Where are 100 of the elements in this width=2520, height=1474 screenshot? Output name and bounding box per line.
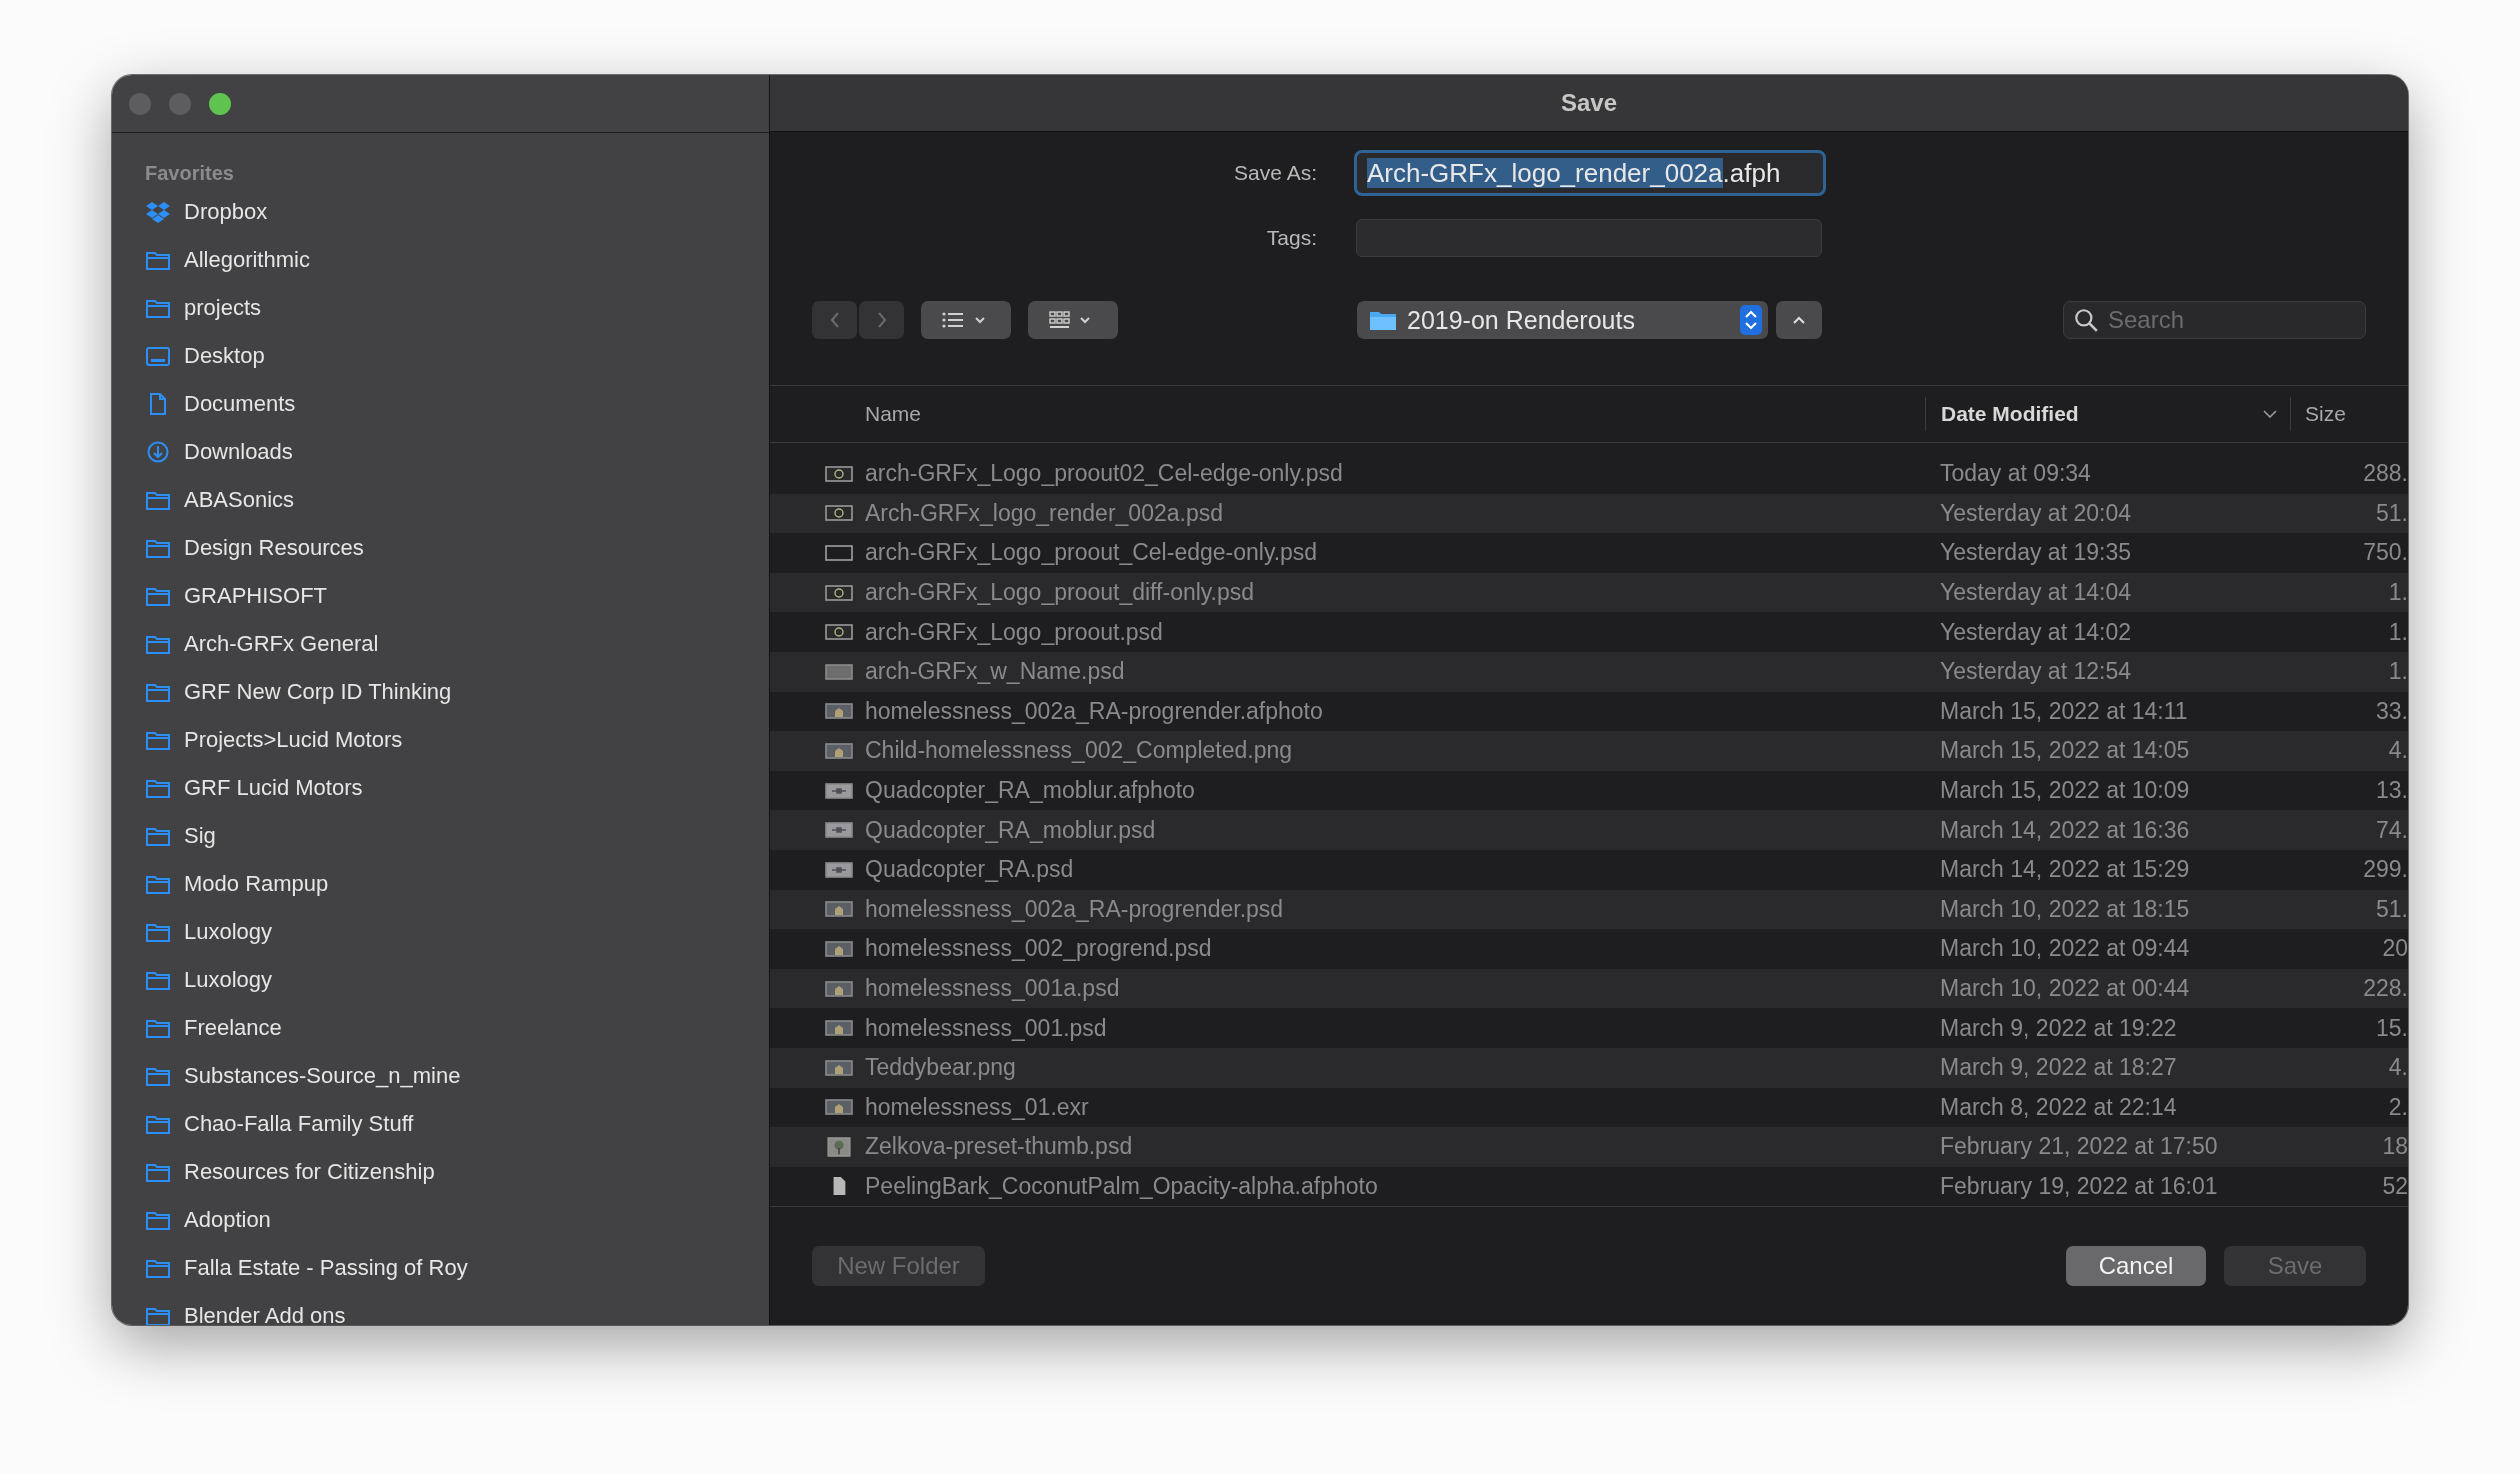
window-control[interactable] <box>209 92 231 115</box>
sidebar-item[interactable]: ABASonics <box>184 487 295 513</box>
image-thumbnail-icon <box>825 820 853 841</box>
file-name[interactable]: Teddybear.png <box>865 1054 1016 1082</box>
sidebar-item[interactable]: Freelance <box>184 1015 282 1041</box>
file-size: 2. <box>2388 1093 2408 1121</box>
list-view-button[interactable] <box>921 301 1011 339</box>
file-name[interactable]: homelessness_01.exr <box>865 1093 1089 1121</box>
sidebar-item[interactable]: GRAPHISOFT <box>184 583 327 609</box>
date-modified: February 19, 2022 at 16:01 <box>1940 1173 2218 1200</box>
sidebar-item[interactable]: GRF New Corp ID Thinking <box>184 679 452 705</box>
file-name[interactable]: PeelingBark_CoconutPalm_Opacity-alpha.afphoto <box>865 1173 1378 1200</box>
file-name[interactable]: homelessness_002a_RA-progrender.afphoto <box>865 697 1323 725</box>
sidebar-item[interactable]: Substances-Source_n_mine <box>184 1063 461 1089</box>
image-thumbnail-icon <box>825 938 853 959</box>
location-popup[interactable]: 2019-on Renderouts <box>1357 301 1768 339</box>
file-name[interactable]: arch-GRFx_Logo_proout.psd <box>865 618 1163 646</box>
search-field[interactable]: Search <box>2063 301 2366 339</box>
file-name[interactable]: homelessness_001.psd <box>865 1014 1107 1042</box>
desktop-icon <box>145 345 171 367</box>
chevron-icon <box>2263 410 2277 418</box>
date-modified: March 15, 2022 at 14:11 <box>1940 697 2188 725</box>
folder-icon <box>145 1209 171 1231</box>
sidebar-item[interactable]: Design Resources <box>184 535 364 561</box>
window-title: Save <box>1560 89 1618 117</box>
file-name[interactable]: arch-GRFx_Logo_proout_Cel-edge-only.psd <box>865 539 1318 567</box>
sidebar-item[interactable]: Chao-Falla Family Stuff <box>184 1111 414 1137</box>
sidebar-item[interactable]: projects <box>184 295 262 321</box>
date-modified: Today at 09:34 <box>1940 460 2091 488</box>
folder-icon <box>145 921 171 943</box>
sidebar-item[interactable]: Allegorithmic <box>184 247 310 273</box>
sidebar-item[interactable]: Arch-GRFx General <box>184 631 379 657</box>
tags-label: Tags: <box>1265 226 1318 250</box>
file-size: 750. <box>2363 539 2408 567</box>
cancel-button[interactable]: Cancel <box>2066 1246 2206 1286</box>
image-thumbnail-icon <box>825 978 853 999</box>
sidebar-item[interactable]: Downloads <box>184 439 293 465</box>
date-modified: Yesterday at 12:54 <box>1940 658 2131 686</box>
column-header[interactable]: Name <box>770 386 1925 442</box>
sidebar-item[interactable]: Luxology <box>184 967 273 993</box>
sidebar-item[interactable]: Falla Estate - Passing of Roy <box>184 1255 468 1281</box>
file-name[interactable]: arch-GRFx_w_Name.psd <box>865 658 1125 686</box>
file-name-field[interactable]: Arch-GRFx_logo_render_002a.afph <box>1354 150 1826 196</box>
file-name[interactable]: Quadcopter_RA_moblur.psd <box>865 816 1156 844</box>
image-thumbnail-icon <box>825 1097 853 1118</box>
folder-icon <box>145 1161 171 1183</box>
sidebar-item[interactable]: Sig <box>184 823 216 849</box>
sidebar-item[interactable]: Blender Add ons <box>184 1303 346 1325</box>
sidebar-item[interactable]: Dropbox <box>184 199 268 225</box>
tags-field[interactable] <box>1356 219 1822 257</box>
file-name[interactable]: homelessness_002a_RA-progrender.psd <box>865 895 1284 923</box>
file-name[interactable]: arch-GRFx_Logo_proout_diff-only.psd <box>865 579 1255 607</box>
sidebar-item[interactable]: Desktop <box>184 343 265 369</box>
folder-icon <box>145 1017 171 1039</box>
folder-icon <box>145 969 171 991</box>
sidebar-item[interactable]: Modo Rampup <box>184 871 329 897</box>
sidebar-item[interactable]: GRF Lucid Motors <box>184 775 363 801</box>
file-name[interactable]: homelessness_001a.psd <box>865 975 1120 1002</box>
file-name[interactable]: Zelkova-preset-thumb.psd <box>865 1133 1133 1161</box>
sidebar-heading: Favorites <box>145 161 235 186</box>
file-name[interactable]: Quadcopter_RA.psd <box>865 856 1074 884</box>
file-size: 4. <box>2388 737 2408 765</box>
date-modified: Yesterday at 19:35 <box>1940 539 2131 567</box>
image-thumbnail-icon <box>825 899 853 920</box>
sidebar-item[interactable]: Luxology <box>184 919 273 945</box>
sidebar-item[interactable]: Resources for Citizenship <box>184 1159 435 1185</box>
icon-view-button[interactable] <box>1028 301 1118 339</box>
column-header[interactable]: Size <box>2290 397 2408 431</box>
date-modified: Yesterday at 14:04 <box>1940 579 2131 607</box>
file-name[interactable]: Quadcopter_RA_moblur.afphoto <box>865 777 1195 805</box>
logo-thumbnail-icon <box>825 503 853 524</box>
file-name[interactable]: Arch-GRFx_logo_render_002a.psd <box>865 499 1223 527</box>
sidebar-item[interactable]: Projects>Lucid Motors <box>184 727 403 753</box>
file-name[interactable]: homelessness_002_progrend.psd <box>865 935 1212 963</box>
dropbox-icon <box>145 201 171 223</box>
file-size: 51. <box>2376 895 2408 923</box>
download-icon <box>145 441 171 463</box>
date-modified: Yesterday at 14:02 <box>1940 618 2131 646</box>
folder-icon <box>145 1113 171 1135</box>
forward-button[interactable] <box>859 301 904 339</box>
back-button[interactable] <box>812 301 857 339</box>
image-thumbnail-icon <box>825 740 853 761</box>
collapse-button[interactable] <box>1776 301 1822 339</box>
image-thumbnail-icon <box>825 1136 853 1157</box>
file-size: 52 <box>2382 1173 2408 1200</box>
file-size: 20 <box>2382 935 2408 963</box>
stepper-icon <box>1740 305 1762 335</box>
sidebar-item[interactable]: Documents <box>184 391 296 417</box>
sidebar-item[interactable]: Adoption <box>184 1207 271 1233</box>
date-modified: March 8, 2022 at 22:14 <box>1940 1093 2177 1121</box>
folder-icon <box>145 585 171 607</box>
logo-thumbnail-icon <box>825 463 853 484</box>
date-modified: March 9, 2022 at 18:27 <box>1940 1054 2177 1082</box>
file-name[interactable]: Child-homelessness_002_Completed.png <box>865 737 1293 765</box>
column-header[interactable]: Date Modified <box>1941 402 2079 426</box>
date-modified: March 14, 2022 at 16:36 <box>1940 816 2190 844</box>
file-size: 288. <box>2363 460 2408 488</box>
file-name[interactable]: arch-GRFx_Logo_proout02_Cel-edge-only.psd <box>865 460 1343 488</box>
folder-icon <box>145 873 171 895</box>
date-modified: March 15, 2022 at 14:05 <box>1940 737 2190 765</box>
